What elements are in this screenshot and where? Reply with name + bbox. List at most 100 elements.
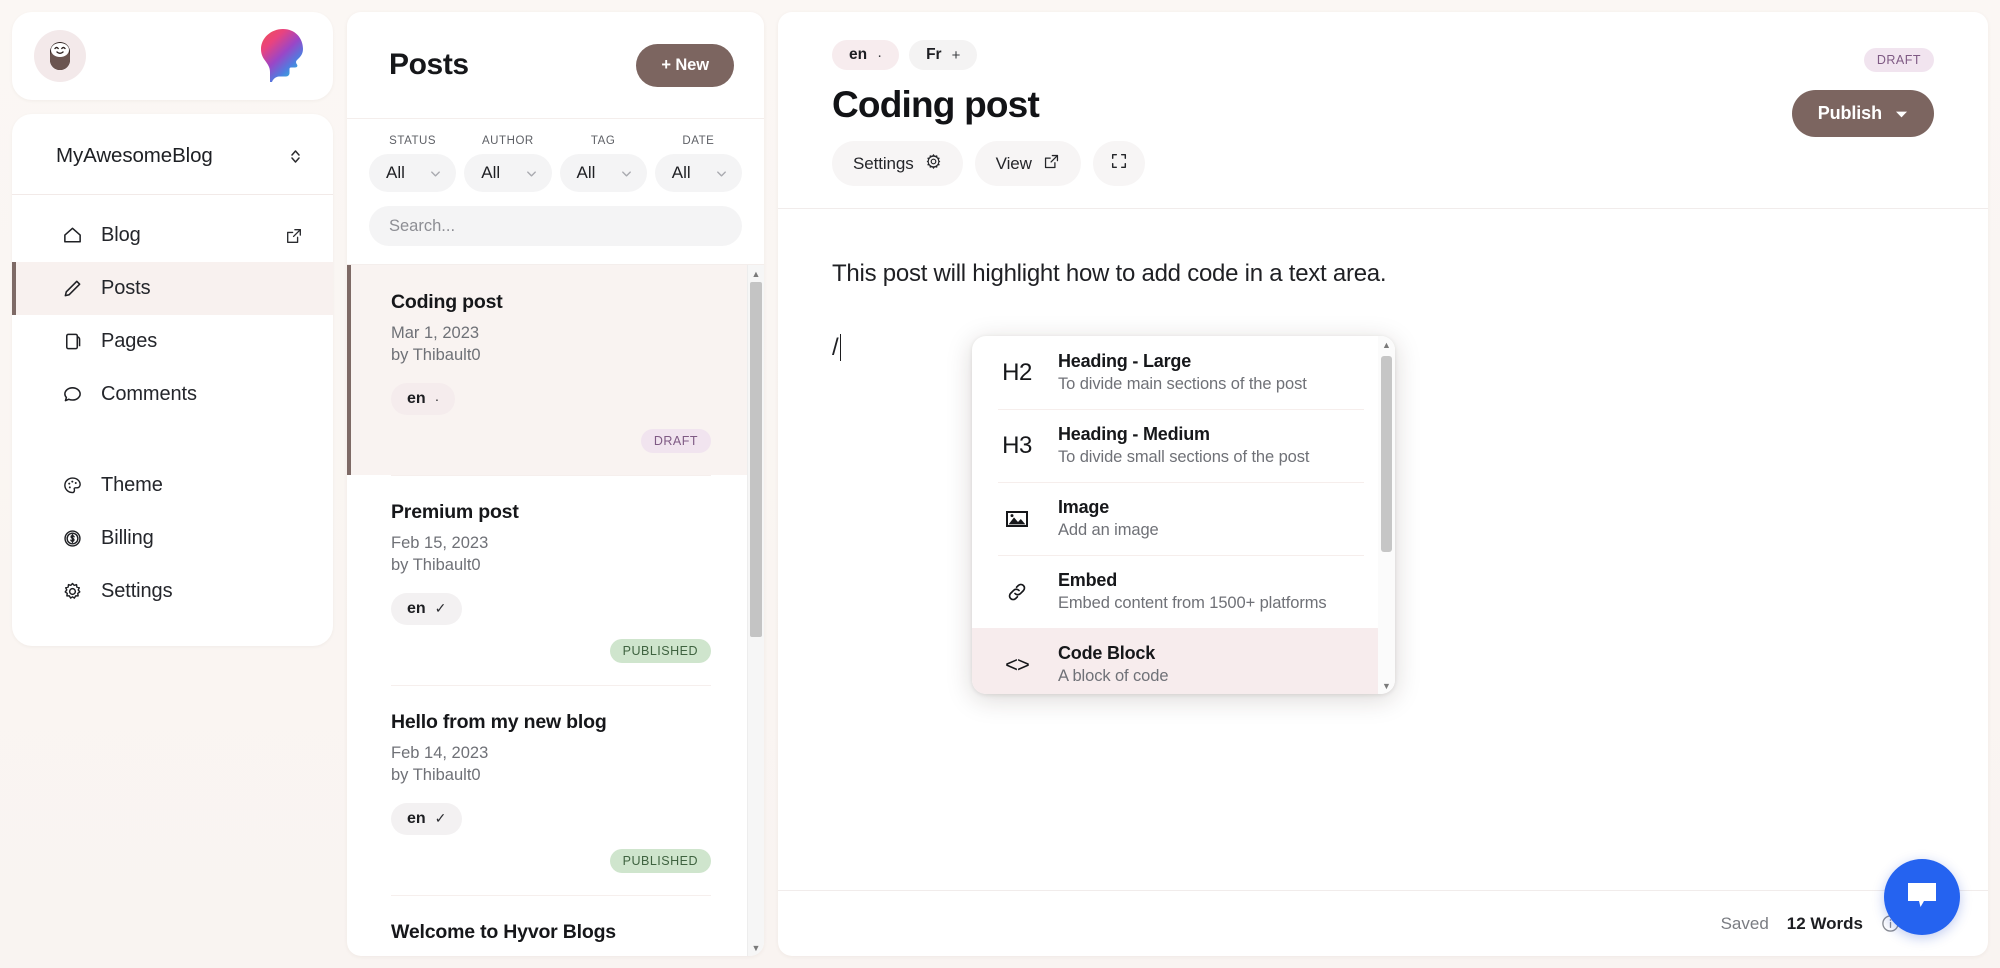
page-icon [60, 331, 84, 352]
slash-item-name: Code Block [1058, 643, 1156, 663]
blog-switcher[interactable]: MyAwesomeBlog [12, 114, 333, 195]
post-list-item[interactable]: Hello from my new blog Feb 14, 2023 by T… [347, 684, 747, 895]
sidebar-item-theme[interactable]: Theme [12, 459, 333, 512]
page-title: Posts [389, 48, 469, 81]
sidebar-item-billing[interactable]: Billing [12, 512, 333, 565]
post-title-heading[interactable]: Coding post [832, 84, 1145, 125]
palette-icon [60, 475, 84, 496]
language-chip[interactable]: en ✓ [391, 802, 463, 835]
post-language-row: en ✓ [391, 802, 711, 835]
slash-menu-item-heading-large[interactable]: H2 Heading - Large To divide main sectio… [972, 336, 1378, 409]
post-author: by Thibault0 [391, 765, 481, 784]
scrollbar-thumb[interactable] [1381, 356, 1392, 552]
saved-status: Saved [1720, 913, 1769, 933]
scroll-up-arrow-icon[interactable]: ▲ [1378, 336, 1395, 353]
status-badge: DRAFT [640, 428, 711, 453]
posts-list-scrollbar[interactable]: ▲ ▼ [747, 265, 764, 956]
fullscreen-button[interactable] [1092, 141, 1145, 187]
word-count: 12 Words [1786, 913, 1863, 933]
comment-icon [60, 384, 84, 405]
editor-action-row: Settings View [832, 141, 1145, 187]
slash-menu-item-image[interactable]: Image Add an image [972, 482, 1378, 555]
filter-value: All [386, 163, 405, 182]
sidebar-item-settings[interactable]: Settings [12, 565, 333, 618]
slash-item-description: Embed content from 1500+ platforms [1058, 594, 1327, 612]
blog-name: MyAwesomeBlog [56, 144, 213, 167]
filter-value: All [576, 163, 596, 182]
scroll-up-arrow-icon[interactable]: ▲ [748, 265, 764, 282]
sidebar-item-label: Theme [101, 474, 163, 496]
status-badge: PUBLISHED [609, 848, 711, 873]
post-list-item[interactable]: Welcome to Hyvor Blogs Feb 14, 2023 by T… [347, 894, 747, 956]
view-button-label: View [995, 153, 1032, 173]
settings-button[interactable]: Settings [832, 141, 963, 187]
slash-menu-item-code-block[interactable]: <> Code Block A block of code [972, 628, 1378, 694]
pencil-icon [60, 278, 84, 299]
post-author: by Thibault0 [391, 555, 481, 574]
slash-menu-scrollbar[interactable]: ▲ ▼ [1378, 336, 1395, 694]
sidebar-item-label: Blog [101, 224, 141, 246]
posts-scroll-area: Coding post Mar 1, 2023 by Thibault0 en … [347, 265, 747, 956]
sidebar-item-pages[interactable]: Pages [12, 315, 333, 368]
filter-date-select[interactable]: All [654, 154, 742, 192]
post-list-item[interactable]: Coding post Mar 1, 2023 by Thibault0 en … [347, 265, 747, 475]
posts-search-wrap [347, 192, 764, 264]
editor-header-right: DRAFT Publish [1791, 40, 1934, 186]
language-tab-label: en [849, 46, 868, 63]
filter-label: STATUS [389, 135, 437, 147]
filter-author-select[interactable]: All [464, 154, 552, 192]
language-chip[interactable]: en · [391, 382, 456, 415]
new-post-button[interactable]: + New [636, 43, 734, 87]
sidebar-nav-card: MyAwesomeBlog Blog Posts Pages Comments … [12, 114, 333, 646]
post-date: Feb 14, 2023 [391, 953, 711, 956]
status-badge: DRAFT [1863, 48, 1934, 72]
chat-bubble-icon [1904, 879, 1940, 916]
scrollbar-thumb[interactable] [750, 282, 762, 637]
code-glyph: <> [1005, 651, 1030, 677]
language-code: en [407, 389, 426, 407]
chevron-down-icon [525, 167, 538, 180]
external-link-icon [1043, 153, 1060, 175]
view-button[interactable]: View [974, 141, 1081, 187]
post-status-row: PUBLISHED [391, 638, 711, 663]
scroll-down-arrow-icon[interactable]: ▼ [748, 939, 764, 956]
external-link-icon[interactable] [285, 227, 303, 245]
slash-item-description: A block of code [1058, 667, 1169, 685]
publish-button[interactable]: Publish [1791, 90, 1934, 137]
chevron-down-icon [715, 167, 728, 180]
slash-item-name: Heading - Large [1058, 351, 1192, 371]
language-status-mark: ✓ [434, 810, 447, 827]
sidebar-item-label: Posts [101, 277, 151, 299]
editor-language-tabs: en · Fr + [832, 40, 1145, 70]
slash-menu-scroll-area: H2 Heading - Large To divide main sectio… [972, 336, 1378, 694]
language-chip[interactable]: en ✓ [391, 592, 463, 625]
link-icon [998, 580, 1036, 604]
language-code: en [407, 809, 426, 827]
user-avatar-icon[interactable] [34, 30, 86, 82]
slash-menu-item-embed[interactable]: Embed Embed content from 1500+ platforms [972, 555, 1378, 628]
language-tab-fr[interactable]: Fr + [909, 40, 978, 70]
language-tab-en[interactable]: en · [832, 40, 900, 70]
filter-date: DATE All [654, 135, 742, 192]
filter-status-select[interactable]: All [369, 154, 457, 192]
post-title: Premium post [391, 500, 519, 523]
scroll-down-arrow-icon[interactable]: ▼ [1378, 677, 1395, 694]
sidebar-item-comments[interactable]: Comments [12, 368, 333, 421]
slash-command-menu[interactable]: H2 Heading - Large To divide main sectio… [972, 336, 1395, 694]
post-list-item[interactable]: Premium post Feb 15, 2023 by Thibault0 e… [347, 474, 747, 685]
h3-glyph: H3 [1002, 431, 1032, 459]
sidebar-item-posts[interactable]: Posts [12, 262, 333, 315]
search-input[interactable] [369, 206, 742, 246]
chevron-up-down-icon [288, 147, 303, 166]
post-date: Mar 1, 2023 [391, 324, 480, 342]
slash-item-name: Image [1058, 497, 1110, 517]
slash-menu-item-heading-medium[interactable]: H3 Heading - Medium To divide small sect… [972, 409, 1378, 482]
editor-paragraph: This post will highlight how to add code… [832, 260, 1387, 288]
slash-character: / [832, 334, 839, 362]
filter-tag-select[interactable]: All [559, 154, 647, 192]
editor-header-left: en · Fr + Coding post Settings View [832, 40, 1145, 187]
language-tab-label: Fr [926, 46, 942, 63]
filter-label: AUTHOR [481, 135, 534, 147]
chat-widget-button[interactable] [1884, 859, 1960, 935]
sidebar-item-blog[interactable]: Blog [12, 209, 333, 262]
